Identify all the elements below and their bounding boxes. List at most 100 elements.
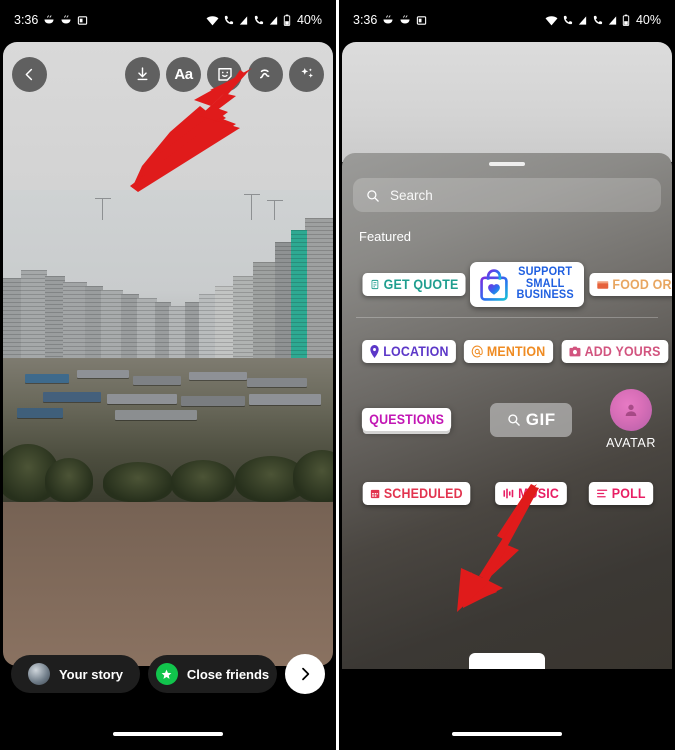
bowl-icon (60, 14, 72, 26)
sticker-mention[interactable]: MENTION (463, 340, 553, 364)
calculator-icon (370, 279, 380, 290)
sticker-row: LOCATION MENTION ADD YOURS (342, 340, 672, 364)
call-sim1-icon (223, 15, 234, 26)
call-sim2-icon (592, 15, 603, 26)
bowl-icon (382, 14, 394, 26)
bowl-icon (399, 14, 411, 26)
signal-sim1-icon (238, 15, 249, 26)
sticker-get-quote[interactable]: GET QUOTE (362, 273, 466, 297)
battery-icon (622, 14, 630, 26)
pin-icon (369, 345, 379, 359)
sticker-label: POLL (611, 486, 646, 502)
sticker-icon[interactable] (207, 56, 242, 92)
sticker-scheduled[interactable]: SCHEDULED (362, 482, 471, 506)
status-bar-right: 40% (545, 13, 661, 27)
sticker-avatar[interactable]: AVATAR (606, 389, 656, 450)
sticker-label: SUPPORT SMALL BUSINESS (516, 266, 575, 302)
call-sim1-icon (562, 15, 573, 26)
sticker-label: ADD YOURS (584, 344, 661, 360)
right-phone-screen: 3:36 40% Search Featured GET QUOTE SUPPO… (339, 0, 675, 750)
equalizer-icon (502, 487, 514, 500)
sticker-location[interactable]: LOCATION (362, 340, 457, 364)
avatar (27, 663, 50, 685)
sticker-label: SCHEDULED (383, 486, 463, 502)
shopping-bag-heart-icon (478, 268, 510, 302)
search-placeholder: Search (390, 187, 433, 203)
story-canvas[interactable]: Aa (3, 42, 333, 666)
sticker-label: GET QUOTE (383, 277, 459, 293)
search-icon (365, 188, 380, 203)
bars-icon (596, 488, 608, 499)
sticker-food-orders[interactable]: FOOD ORDERS (589, 273, 672, 297)
home-indicator (452, 732, 562, 736)
at-icon (471, 345, 483, 358)
sticker-partial-next-row[interactable] (469, 653, 545, 669)
avatar-icon (610, 389, 653, 432)
left-phone-screen: 3:36 40% Aa Your story Close friends (0, 0, 336, 750)
sheet-grabber[interactable] (489, 162, 525, 166)
text-icon[interactable]: Aa (166, 56, 201, 92)
signal-sim1-icon (577, 15, 588, 26)
draw-icon[interactable] (248, 56, 283, 92)
dimmed-story-canvas[interactable] (342, 42, 672, 162)
section-title-featured: Featured (359, 229, 412, 244)
sticker-row: GET QUOTE SUPPORT SMALL BUSINESS FOOD OR (342, 262, 672, 308)
sticker-gif[interactable]: GIF (489, 402, 572, 437)
signal-sim2-icon (607, 15, 618, 26)
battery-icon (283, 14, 291, 26)
screenshot-root: 3:36 40% Aa Your story Close friends 3:3… (0, 0, 675, 750)
sticker-label: MUSIC (517, 486, 559, 502)
story-photo (3, 190, 333, 502)
battery-percent: 40% (296, 13, 322, 27)
wifi-icon (206, 15, 219, 26)
home-indicator (113, 732, 223, 736)
status-bar-left: 3:36 (14, 13, 88, 27)
status-bar: 3:36 40% (339, 0, 675, 40)
screenshot-icon (416, 15, 427, 26)
foreground-settlement (3, 358, 333, 502)
wifi-icon (545, 15, 558, 26)
close-friends-label: Close friends (186, 666, 270, 682)
your-story-button[interactable]: Your story (11, 655, 140, 693)
back-button[interactable] (12, 56, 47, 92)
sticker-questions[interactable]: QUESTIONS (361, 408, 452, 432)
sticker-music[interactable]: MUSIC (494, 482, 567, 506)
text-icon-label: Aa (174, 65, 193, 83)
sticker-label: FOOD ORDERS (612, 277, 672, 293)
sticker-support-small-business[interactable]: SUPPORT SMALL BUSINESS (470, 262, 584, 308)
search-icon (506, 412, 521, 427)
screenshot-icon (77, 15, 88, 26)
save-icon[interactable] (125, 56, 160, 92)
search-input[interactable]: Search (353, 178, 661, 212)
sticker-label: GIF (525, 409, 556, 429)
status-time: 3:36 (353, 13, 378, 27)
sticker-poll[interactable]: POLL (588, 482, 654, 506)
star-icon (155, 663, 178, 685)
battery-percent: 40% (635, 13, 661, 27)
sticker-label: AVATAR (606, 436, 656, 451)
story-composer: Aa Your story Close friends (0, 40, 336, 750)
sticker-label: LOCATION (383, 344, 449, 360)
share-bar: Your story Close friends (0, 654, 336, 694)
sticker-row: QUESTIONS GIF AVATAR (342, 389, 672, 450)
close-friends-button[interactable]: Close friends (148, 655, 277, 693)
sticker-tray: Search Featured GET QUOTE SUPPORT SMALL … (342, 153, 672, 669)
your-story-label: Your story (58, 666, 124, 682)
composer-toolbar: Aa (3, 52, 333, 96)
status-bar-left: 3:36 (353, 13, 427, 27)
sticker-row: SCHEDULED MUSIC POLL (342, 482, 672, 506)
call-sim2-icon (253, 15, 264, 26)
food-box-icon (596, 280, 608, 290)
status-bar: 3:36 40% (0, 0, 336, 40)
bowl-icon (43, 14, 55, 26)
sticker-label: MENTION (486, 344, 546, 360)
section-divider (356, 317, 658, 319)
next-button[interactable] (285, 654, 325, 694)
status-bar-right: 40% (206, 13, 322, 27)
calendar-icon (370, 488, 380, 499)
sticker-label: QUESTIONS (369, 412, 445, 428)
effects-icon[interactable] (289, 56, 324, 92)
sticker-add-yours[interactable]: ADD YOURS (561, 340, 668, 364)
camera-icon (569, 346, 581, 357)
composer-tools: Aa (125, 56, 324, 92)
